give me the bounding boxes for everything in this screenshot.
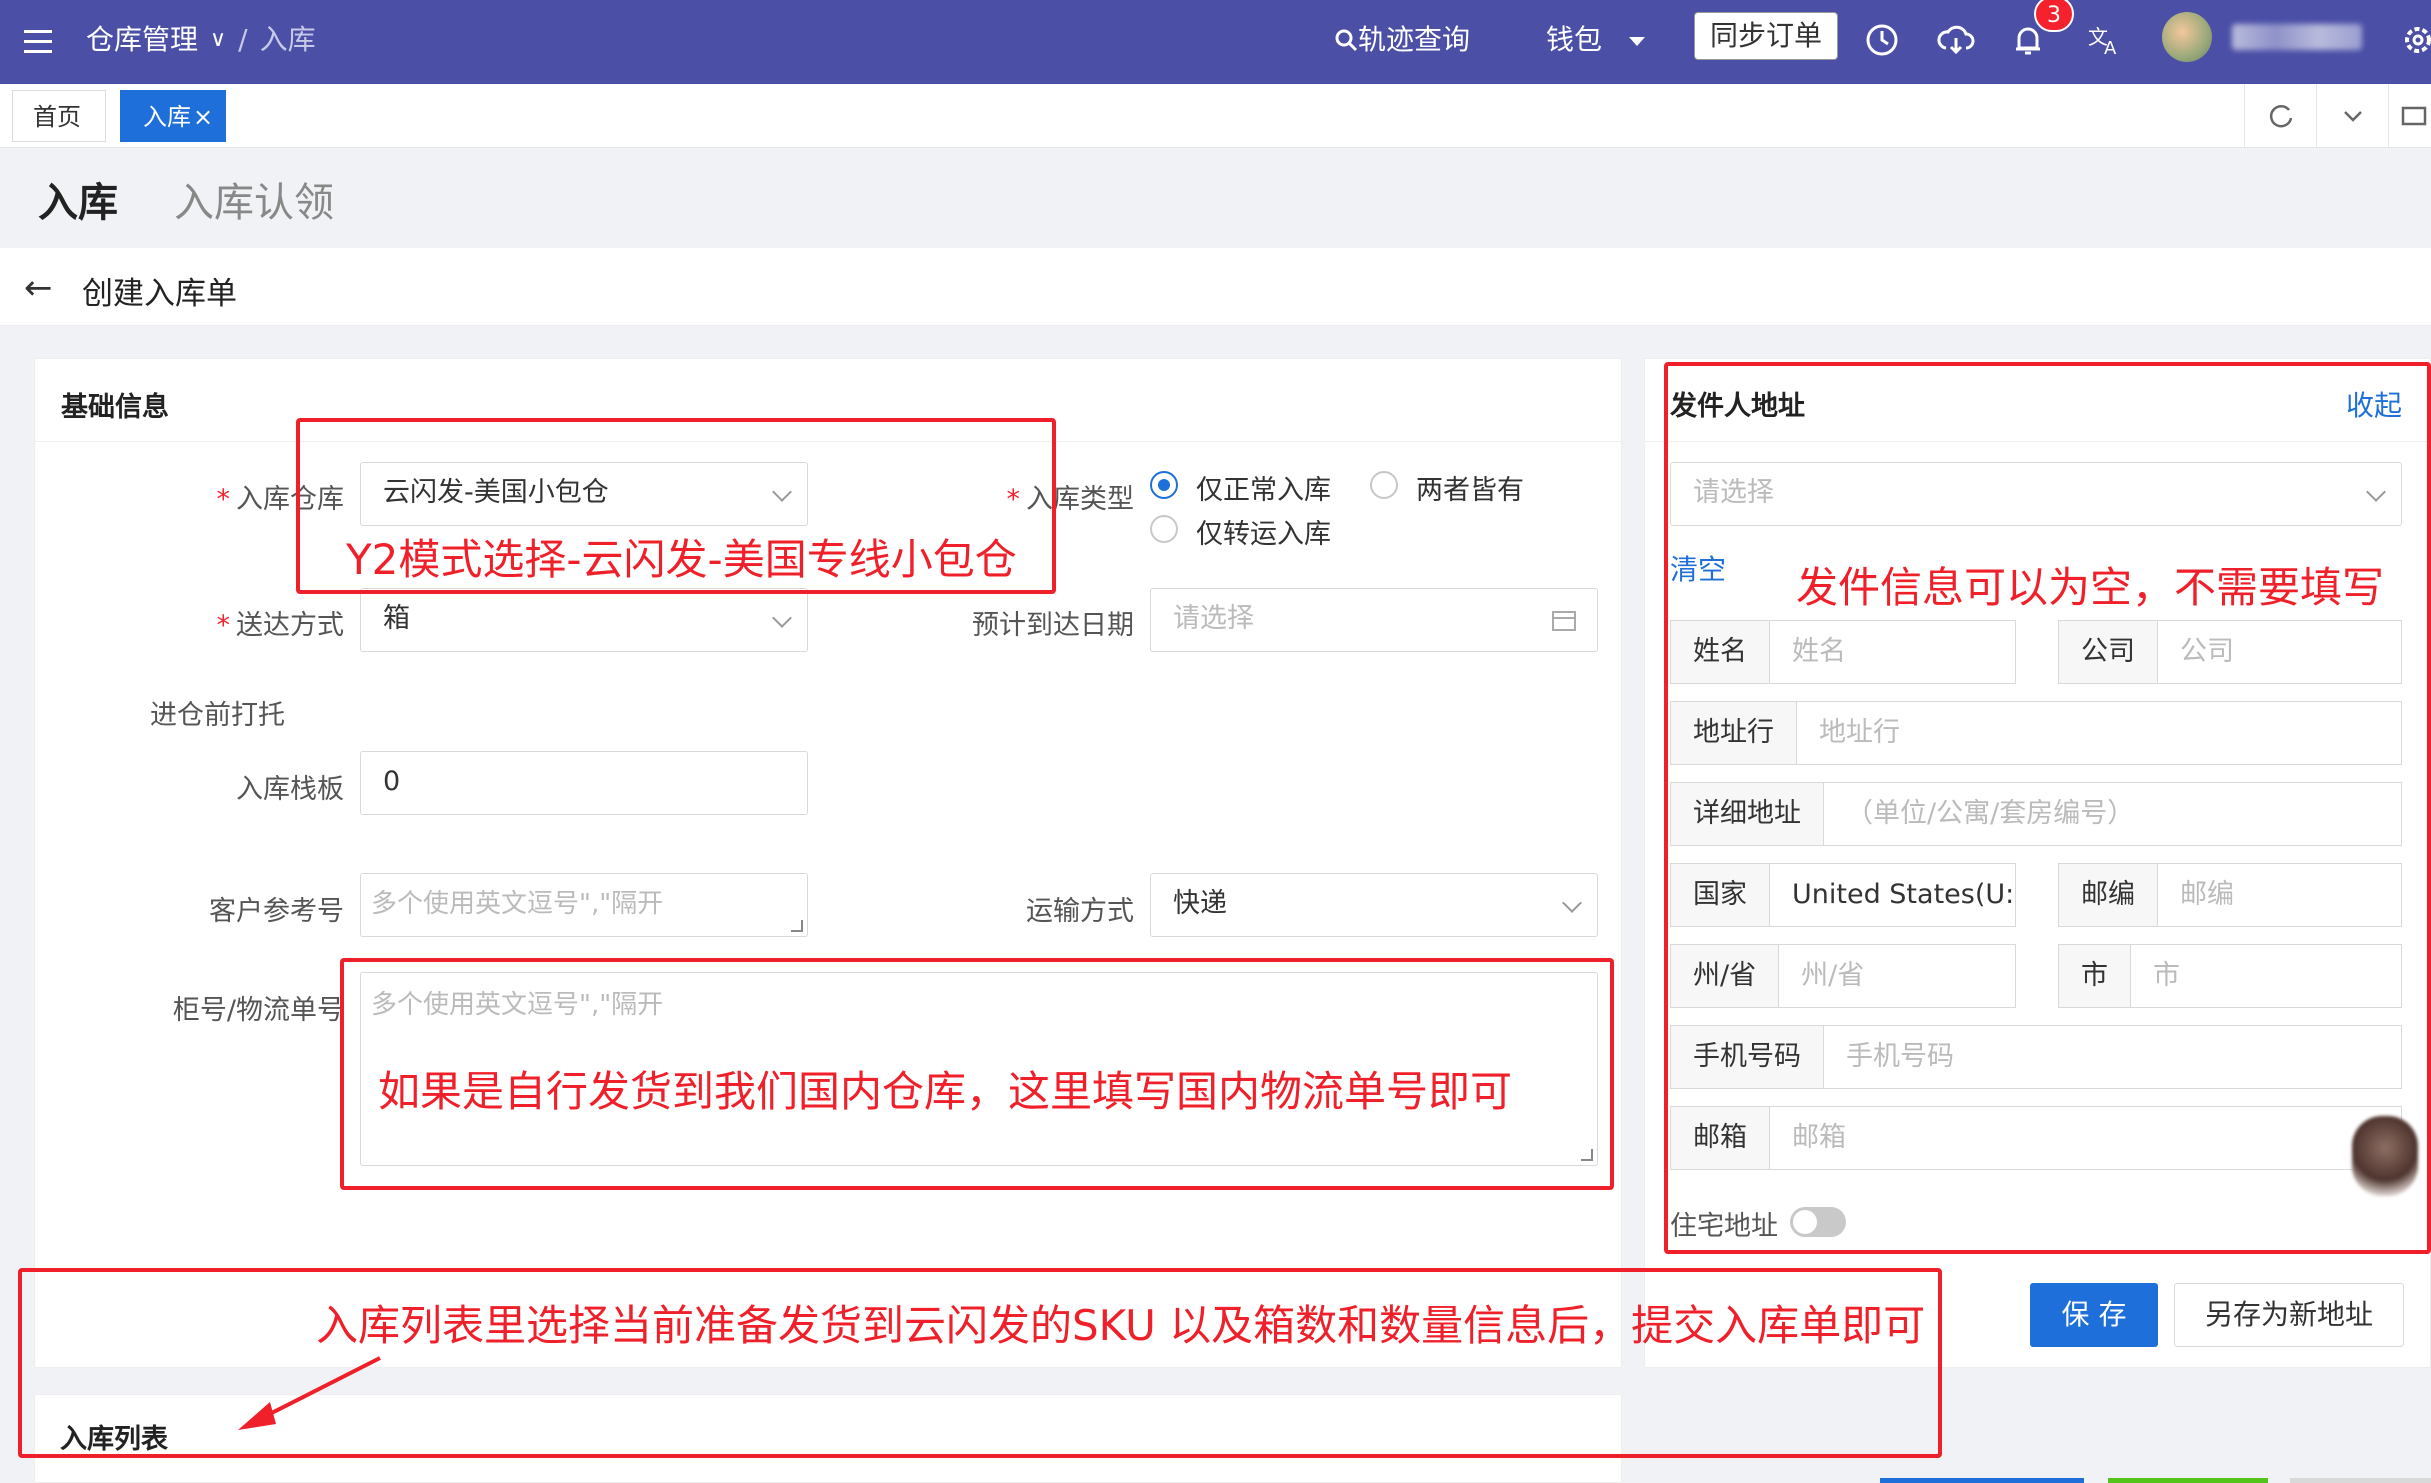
sync-orders-button[interactable]: 同步订单 <box>1694 12 1838 60</box>
save-as-new-address-button[interactable]: 另存为新地址 <box>2174 1283 2404 1347</box>
open-tabs-bar: 首页 入库× <box>0 84 2431 148</box>
tracking-number-label: 柜号/物流单号 <box>172 995 344 1026</box>
eta-label: 预计到达日期 <box>972 610 1134 641</box>
track-query-link[interactable]: 轨迹查询 <box>1334 20 1470 60</box>
bottom-success-button[interactable] <box>2108 1478 2268 1483</box>
annotation-tracking-note: 如果是自行发货到我们国内仓库，这里填写国内物流单号即可 <box>378 1067 1513 1116</box>
chevron-down-icon[interactable] <box>2316 84 2388 148</box>
breadcrumb: 仓库管理 ∨ / 入库 <box>86 20 316 60</box>
pallet-section-label: 进仓前打托 <box>150 700 285 731</box>
customer-ref-placeholder: 多个使用英文逗号","隔开 <box>371 889 664 919</box>
refresh-icon[interactable] <box>2244 84 2316 148</box>
breadcrumb-warehouse-management[interactable]: 仓库管理 <box>86 20 198 60</box>
radio-normal-label: 仅正常入库 <box>1196 475 1331 506</box>
bottom-default-button[interactable] <box>2290 1478 2431 1483</box>
back-arrow-icon[interactable]: ← <box>24 268 53 308</box>
wallet-dropdown[interactable]: 钱包 <box>1546 20 1647 60</box>
customer-ref-textarea[interactable]: 多个使用英文逗号","隔开 <box>360 873 808 937</box>
eta-placeholder: 请选择 <box>1173 603 1254 634</box>
pallet-input[interactable]: 0 <box>360 751 808 815</box>
transport-method-label: 运输方式 <box>1026 896 1134 927</box>
close-icon[interactable]: × <box>193 103 213 131</box>
delivery-method-label: * 送达方式 <box>216 610 345 641</box>
user-name-blurred[interactable] <box>2232 24 2362 50</box>
track-query-label: 轨迹查询 <box>1358 23 1471 56</box>
annotation-warehouse-note: Y2模式选择-云闪发-美国专线小包仓 <box>346 535 1017 584</box>
gear-icon[interactable] <box>2396 18 2431 62</box>
pallet-label: 入库栈板 <box>236 774 344 805</box>
tab-home[interactable]: 首页 <box>12 90 106 142</box>
transport-method-select[interactable]: 快递 <box>1150 873 1598 937</box>
create-inbound-title: 创建入库单 <box>82 276 237 312</box>
annotation-arrow-icon <box>238 1356 381 1430</box>
notification-count-badge: 3 <box>2034 0 2074 32</box>
menu-toggle-icon[interactable] <box>20 22 60 62</box>
svg-text:A: A <box>2104 38 2117 59</box>
page-title[interactable]: 入库 <box>38 170 118 228</box>
eta-date-picker[interactable]: 请选择 <box>1150 588 1598 652</box>
user-avatar[interactable] <box>2162 12 2212 62</box>
radio-both[interactable] <box>1370 471 1398 499</box>
page-alt-title[interactable]: 入库认领 <box>174 170 334 228</box>
calendar-icon <box>1552 611 1576 631</box>
breadcrumb-current: 入库 <box>259 23 316 56</box>
customer-ref-label: 客户参考号 <box>209 896 344 927</box>
page-header: 入库 入库认领 <box>0 148 2431 248</box>
transport-method-value: 快递 <box>1173 888 1227 919</box>
save-button[interactable]: 保 存 <box>2030 1283 2158 1347</box>
radio-transfer-label: 仅转运入库 <box>1196 519 1331 550</box>
resize-handle[interactable] <box>791 920 803 932</box>
annotation-box-sender <box>1664 362 2431 1254</box>
radio-transfer-inbound[interactable] <box>1150 515 1178 543</box>
wallet-label: 钱包 <box>1546 23 1603 56</box>
delivery-method-value: 箱 <box>383 603 410 634</box>
top-navigation-bar: 仓库管理 ∨ / 入库 轨迹查询 钱包 同步订单 3 文A <box>0 0 2431 84</box>
cloud-download-icon[interactable] <box>1934 18 1978 62</box>
history-icon[interactable] <box>1860 18 1904 62</box>
chevron-down-icon <box>1562 893 1582 913</box>
chevron-down-icon <box>772 608 792 628</box>
caret-down-icon <box>1628 37 1645 46</box>
basic-info-title: 基础信息 <box>61 392 169 423</box>
bottom-primary-button[interactable] <box>1880 1478 2084 1483</box>
radio-normal-inbound[interactable] <box>1150 471 1178 499</box>
annotation-list-note: 入库列表里选择当前准备发货到云闪发的SKU 以及箱数和数量信息后，提交入库单即可 <box>316 1301 1926 1350</box>
fullscreen-icon[interactable] <box>2388 84 2431 148</box>
breadcrumb-separator: / <box>238 23 248 56</box>
tab-inbound[interactable]: 入库× <box>120 90 226 142</box>
radio-both-label: 两者皆有 <box>1416 475 1524 506</box>
annotation-sender-note: 发件信息可以为空，不需要填写 <box>1796 563 2385 612</box>
translate-icon[interactable]: 文A <box>2082 18 2126 62</box>
chevron-down-icon: ∨ <box>210 27 227 52</box>
search-icon <box>1335 29 1358 52</box>
tab-inbound-label: 入库 <box>143 103 191 131</box>
sub-header: ← 创建入库单 <box>0 248 2431 326</box>
delivery-method-select[interactable]: 箱 <box>360 588 808 652</box>
